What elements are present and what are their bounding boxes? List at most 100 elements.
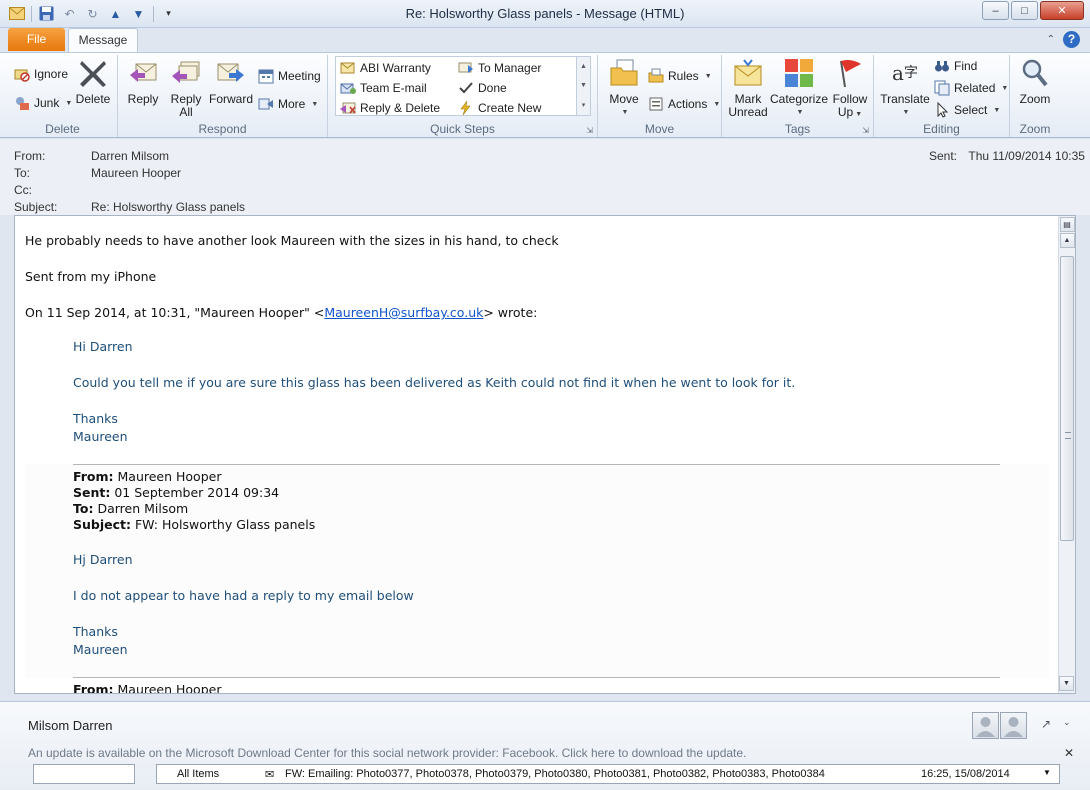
wrote-prefix: On 11 Sep 2014, at 10:31, "Maureen Hoope… [25, 305, 325, 320]
all-items-tab[interactable]: All Items [177, 768, 219, 780]
group-label-editing: Editing [923, 122, 960, 136]
close-button[interactable]: ✕ [1040, 1, 1084, 20]
scroll-down-icon[interactable]: ▼ [580, 82, 587, 89]
scroll-down-icon[interactable]: ▼ [1043, 768, 1051, 777]
forward-button[interactable]: Forward [208, 57, 254, 106]
scrollbar-thumb[interactable] [1060, 256, 1074, 541]
quick-step-reply-delete[interactable]: Reply & Delete [340, 99, 440, 117]
fwd-sent-line: Sent: 01 September 2014 09:34 [73, 485, 279, 500]
tab-message[interactable]: Message [68, 28, 138, 53]
quick-step-abi-warranty[interactable]: ABI Warranty [340, 59, 431, 77]
avatar[interactable] [972, 712, 999, 739]
window-title: Re: Holsworthy Glass panels - Message (H… [405, 6, 685, 21]
from-value[interactable]: Darren Milsom [91, 149, 169, 163]
group-label-delete: Delete [45, 122, 80, 136]
expand-gallery-icon[interactable]: ▾ [582, 101, 586, 109]
chevron-down-icon: ▼ [713, 100, 721, 108]
vertical-scrollbar[interactable]: ▤ ▲ ▼ [1058, 216, 1075, 693]
rules-button[interactable]: Rules ▼ [648, 67, 712, 85]
fwd-from-label: From: [73, 469, 114, 484]
ribbon-controls: ⌃ ? [1047, 31, 1080, 48]
avatar[interactable] [1000, 712, 1027, 739]
more-button[interactable]: More ▼ [258, 95, 318, 113]
collapse-pane-icon[interactable]: ⌄ [1063, 717, 1071, 728]
chevron-down-icon: ▼ [621, 109, 629, 116]
quote-thanks: Thanks [73, 411, 118, 426]
to-value[interactable]: Maureen Hooper [91, 166, 181, 180]
forward-label: Forward [208, 92, 253, 106]
fwd2-from-value: Maureen Hooper [117, 682, 222, 694]
fwd2-from-label: From: [73, 682, 114, 694]
update-notice[interactable]: An update is available on the Microsoft … [28, 746, 746, 760]
maximize-button[interactable]: □ [1011, 1, 1038, 20]
expand-pane-icon[interactable]: ↗ [1041, 717, 1051, 731]
fwd-to-value: Darren Milsom [97, 501, 189, 516]
group-zoom: Zoom Zoom [1010, 55, 1060, 137]
minimize-ribbon-icon[interactable]: ⌃ [1047, 34, 1055, 45]
reply-all-label-2: All [179, 105, 193, 119]
forward-icon [215, 57, 247, 89]
find-button[interactable]: Find [934, 57, 977, 75]
calendar-icon [258, 68, 274, 84]
reply-label: Reply [127, 92, 159, 106]
translate-icon: a字 [892, 60, 918, 85]
minimize-button[interactable]: – [982, 1, 1009, 20]
divider-line [73, 464, 1000, 465]
group-move: Move ▼ Rules ▼ Actions ▼ Move [598, 55, 722, 137]
ribbon: Ignore Junk ▼ Delete Delete Reply Reply … [0, 52, 1090, 138]
dialog-launcher-icon[interactable]: ⇲ [862, 126, 869, 135]
help-icon[interactable]: ? [1063, 31, 1080, 48]
ignore-button[interactable]: Ignore [14, 65, 68, 83]
zoom-button[interactable]: Zoom [1016, 57, 1054, 106]
reply-button[interactable]: Reply [124, 57, 162, 106]
to-label: To: [14, 166, 31, 180]
select-button[interactable]: Select ▼ [934, 101, 1000, 119]
dialog-launcher-icon[interactable]: ⇲ [586, 126, 593, 135]
junk-button[interactable]: Junk ▼ [14, 94, 72, 112]
chevron-down-icon: ▼ [902, 109, 910, 116]
mark-unread-button[interactable]: Mark Unread [726, 57, 770, 119]
cursor-arrow-icon [934, 102, 950, 118]
scroll-up-icon[interactable]: ▲ [1059, 233, 1075, 248]
more-respond-icon [258, 96, 274, 112]
lightning-icon [458, 100, 474, 116]
fwd2-from-line: From: Maureen Hooper [73, 682, 222, 694]
close-notice-icon[interactable]: ✕ [1064, 746, 1074, 760]
chevron-down-icon: ▼ [993, 106, 1001, 114]
follow-up-button[interactable]: Follow Up ▼ [828, 57, 872, 121]
quick-steps-scroll[interactable]: ▲ ▼ ▾ [576, 57, 590, 115]
divider-line [73, 677, 1000, 678]
email-link[interactable]: MaureenH@surfbay.co.uk [324, 305, 483, 320]
group-label-move: Move [644, 122, 675, 136]
categorize-button[interactable]: Categorize ▼ [770, 57, 828, 119]
quick-step-team-email[interactable]: Team E-mail [340, 79, 427, 97]
delete-button[interactable]: Delete [73, 57, 113, 106]
chevron-down-icon: ▼ [311, 100, 319, 108]
people-pane-name[interactable]: Milsom Darren [28, 718, 113, 733]
feed-time: 16:25, 15/08/2014 [921, 768, 1010, 780]
scroll-down-icon[interactable]: ▼ [1059, 676, 1074, 691]
people-tab-box[interactable] [33, 764, 135, 784]
feed-item[interactable]: FW: Emailing: Photo0377, Photo0378, Phot… [285, 768, 825, 780]
view-options-icon[interactable]: ▤ [1059, 217, 1075, 232]
activity-feed: All Items ✉ FW: Emailing: Photo0377, Pho… [156, 764, 1060, 784]
reply-all-button[interactable]: Reply All [166, 57, 206, 119]
message-body[interactable]: He probably needs to have another look M… [14, 215, 1076, 694]
select-label: Select [954, 103, 988, 117]
team-email-label: Team E-mail [360, 81, 427, 95]
quick-steps-gallery: ABI Warranty Team E-mail Reply & Delete … [335, 56, 591, 116]
actions-button[interactable]: Actions ▼ [648, 95, 720, 113]
translate-button[interactable]: a字 Translate ▼ [878, 57, 932, 119]
follow-up-label-2: Up [837, 105, 854, 119]
tab-file[interactable]: File [8, 28, 65, 51]
group-label-quick-steps: Quick Steps [430, 122, 495, 136]
fwd-subject-value: FW: Holsworthy Glass panels [134, 517, 316, 532]
quick-step-to-manager[interactable]: To Manager [458, 59, 541, 77]
quick-step-done[interactable]: Done [458, 79, 507, 97]
fwd-subject-line: Subject: FW: Holsworthy Glass panels [73, 517, 315, 532]
scroll-up-icon[interactable]: ▲ [580, 63, 587, 70]
move-button[interactable]: Move ▼ [604, 57, 644, 119]
quick-step-create-new[interactable]: Create New [458, 99, 541, 117]
meeting-button[interactable]: Meeting [258, 67, 321, 85]
related-button[interactable]: Related ▼ [934, 79, 1008, 97]
